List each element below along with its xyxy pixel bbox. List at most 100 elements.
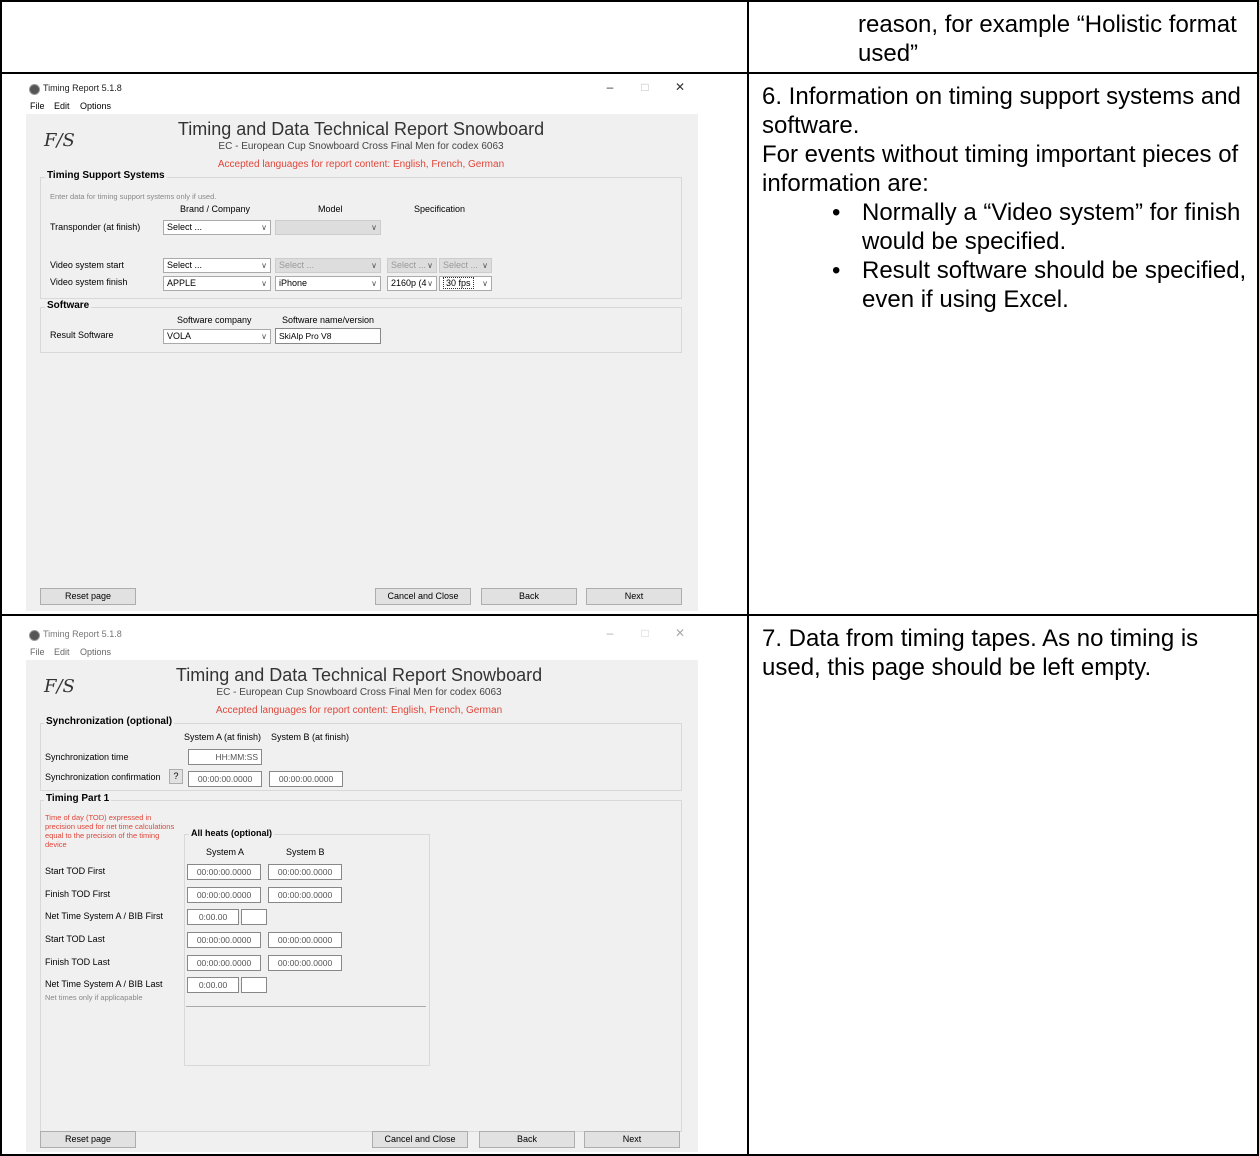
event-subtitle: EC - European Cup Snowboard Cross Final … [216, 687, 502, 698]
sync-title: Synchronization (optional) [44, 716, 175, 727]
col-system-b: System B [286, 847, 325, 857]
timing-report-window-page7: Timing Report 5.1.8 – □ ✕ File Edit Opti… [26, 624, 698, 1152]
col-system-a-finish: System A (at finish) [184, 732, 262, 742]
video-finish-fps-select[interactable]: 30 fps ∨ [439, 276, 492, 291]
reset-page-button[interactable]: Reset page [40, 588, 136, 605]
chevron-down-icon: ∨ [371, 261, 377, 270]
finish-tod-last-a-input[interactable]: 00:00:00.0000 [187, 955, 261, 971]
net-time-last-label: Net Time System A / BIB Last [45, 979, 163, 989]
close-button[interactable]: ✕ [670, 80, 690, 94]
menu-edit[interactable]: Edit [54, 647, 70, 657]
video-start-brand-select[interactable]: Select ... ∨ [163, 258, 271, 273]
start-tod-last-label: Start TOD Last [45, 934, 105, 944]
bib-first-input[interactable] [241, 909, 267, 925]
all-heats-title: All heats (optional) [189, 828, 274, 838]
menu-options[interactable]: Options [80, 647, 111, 657]
bib-last-input[interactable] [241, 977, 267, 993]
software-title: Software [45, 300, 92, 311]
title-bar[interactable]: Timing Report 5.1.8 – □ ✕ [26, 624, 698, 646]
report-title: Timing and Data Technical Report Snowboa… [177, 119, 545, 139]
table-border-top [0, 0, 1259, 2]
finish-tod-last-b-input[interactable]: 00:00:00.0000 [268, 955, 342, 971]
next-button[interactable]: Next [586, 588, 682, 605]
fis-logo: F/S [44, 130, 75, 151]
maximize-button[interactable]: □ [635, 80, 655, 94]
app-icon [29, 84, 40, 95]
row2-heading: 6. Information on timing support systems… [762, 83, 1241, 139]
window-title: Timing Report 5.1.8 [43, 83, 122, 93]
row2-bullet-list: Normally a “Video system” for finish wou… [762, 198, 1252, 314]
row2-bullet-1: Normally a “Video system” for finish wou… [762, 198, 1252, 256]
timing-report-window-page6: Timing Report 5.1.8 – □ ✕ File Edit Opti… [26, 78, 698, 611]
chevron-down-icon: ∨ [427, 261, 433, 270]
sync-confirmation-a-input[interactable]: 00:00:00.0000 [188, 771, 262, 787]
finish-tod-first-b-input[interactable]: 00:00:00.0000 [268, 887, 342, 903]
back-button[interactable]: Back [479, 1131, 575, 1148]
col-system-b-finish: System B (at finish) [271, 732, 350, 742]
net-time-last-input[interactable]: 0:00.00 [187, 977, 239, 993]
title-bar[interactable]: Timing Report 5.1.8 – □ ✕ [26, 78, 698, 100]
sync-time-label: Synchronization time [45, 752, 129, 762]
row2-bullet-2: Result software should be specified, eve… [762, 256, 1252, 314]
net-times-note: Net times only if applicapable [45, 993, 143, 1002]
video-start-spec1-select: Select ... ∨ [387, 258, 437, 273]
menu-edit[interactable]: Edit [54, 101, 70, 111]
maximize-button[interactable]: □ [635, 626, 655, 640]
back-button[interactable]: Back [481, 588, 577, 605]
chevron-down-icon: ∨ [371, 223, 377, 232]
chevron-down-icon: ∨ [482, 261, 488, 270]
result-sw-label: Result Software [50, 330, 114, 340]
menu-file[interactable]: File [30, 101, 45, 111]
chevron-down-icon: ∨ [482, 279, 488, 288]
video-finish-brand-select[interactable]: APPLE ∨ [163, 276, 271, 291]
row1-text: reason, for example “Holistic format use… [858, 11, 1237, 67]
row3-text: 7. Data from timing tapes. As no timing … [762, 625, 1199, 681]
video-start-spec2-select: Select ... ∨ [439, 258, 492, 273]
cancel-close-button[interactable]: Cancel and Close [372, 1131, 468, 1148]
video-finish-model-select[interactable]: iPhone ∨ [275, 276, 381, 291]
chevron-down-icon: ∨ [371, 279, 377, 288]
languages-note: Accepted languages for report content: E… [215, 705, 503, 716]
content-panel: F/S Timing and Data Technical Report Sno… [36, 114, 688, 611]
row2-text-block: 6. Information on timing support systems… [762, 82, 1252, 314]
menu-bar: File Edit Options [26, 100, 698, 114]
net-time-first-input[interactable]: 0:00.00 [187, 909, 239, 925]
content-panel: F/S Timing and Data Technical Report Sno… [36, 660, 688, 1152]
video-start-model-select: Select ... ∨ [275, 258, 381, 273]
video-start-label: Video system start [50, 260, 124, 270]
result-sw-name-input[interactable]: SkiAlp Pro V8 [275, 328, 381, 344]
sync-time-input[interactable]: HH:MM:SS [188, 749, 262, 765]
transponder-brand-select[interactable]: Select ... ∨ [163, 220, 271, 235]
transponder-label: Transponder (at finish) [50, 222, 141, 232]
start-tod-first-label: Start TOD First [45, 866, 106, 876]
reset-page-button[interactable]: Reset page [40, 1131, 136, 1148]
sync-confirmation-label: Synchronization confirmation [45, 772, 161, 782]
help-button[interactable]: ? [169, 769, 183, 784]
start-tod-last-a-input[interactable]: 00:00:00.0000 [187, 932, 261, 948]
finish-tod-first-a-input[interactable]: 00:00:00.0000 [187, 887, 261, 903]
finish-tod-last-label: Finish TOD Last [45, 957, 110, 967]
close-button[interactable]: ✕ [670, 626, 690, 640]
col-sw-company: Software company [177, 315, 252, 325]
transponder-model-select: ∨ [275, 220, 381, 235]
net-time-first-label: Net Time System A / BIB First [45, 911, 164, 921]
menu-bar: File Edit Options [26, 646, 698, 660]
heats-separator [186, 1006, 426, 1007]
sync-confirmation-b-input[interactable]: 00:00:00.0000 [269, 771, 343, 787]
start-tod-first-b-input[interactable]: 00:00:00.0000 [268, 864, 342, 880]
col-system-a: System A [206, 847, 245, 857]
table-row-divider-1 [0, 72, 1259, 74]
finish-tod-first-label: Finish TOD First [45, 889, 111, 899]
video-finish-resolution-select[interactable]: 2160p (4 ∨ [387, 276, 437, 291]
next-button[interactable]: Next [584, 1131, 680, 1148]
menu-file[interactable]: File [30, 647, 45, 657]
minimize-button[interactable]: – [600, 80, 620, 94]
col-model: Model [318, 204, 343, 214]
minimize-button[interactable]: – [600, 626, 620, 640]
chevron-down-icon: ∨ [261, 279, 267, 288]
result-sw-company-select[interactable]: VOLA ∨ [163, 329, 271, 344]
start-tod-last-b-input[interactable]: 00:00:00.0000 [268, 932, 342, 948]
cancel-close-button[interactable]: Cancel and Close [375, 588, 471, 605]
menu-options[interactable]: Options [80, 101, 111, 111]
start-tod-first-a-input[interactable]: 00:00:00.0000 [187, 864, 261, 880]
